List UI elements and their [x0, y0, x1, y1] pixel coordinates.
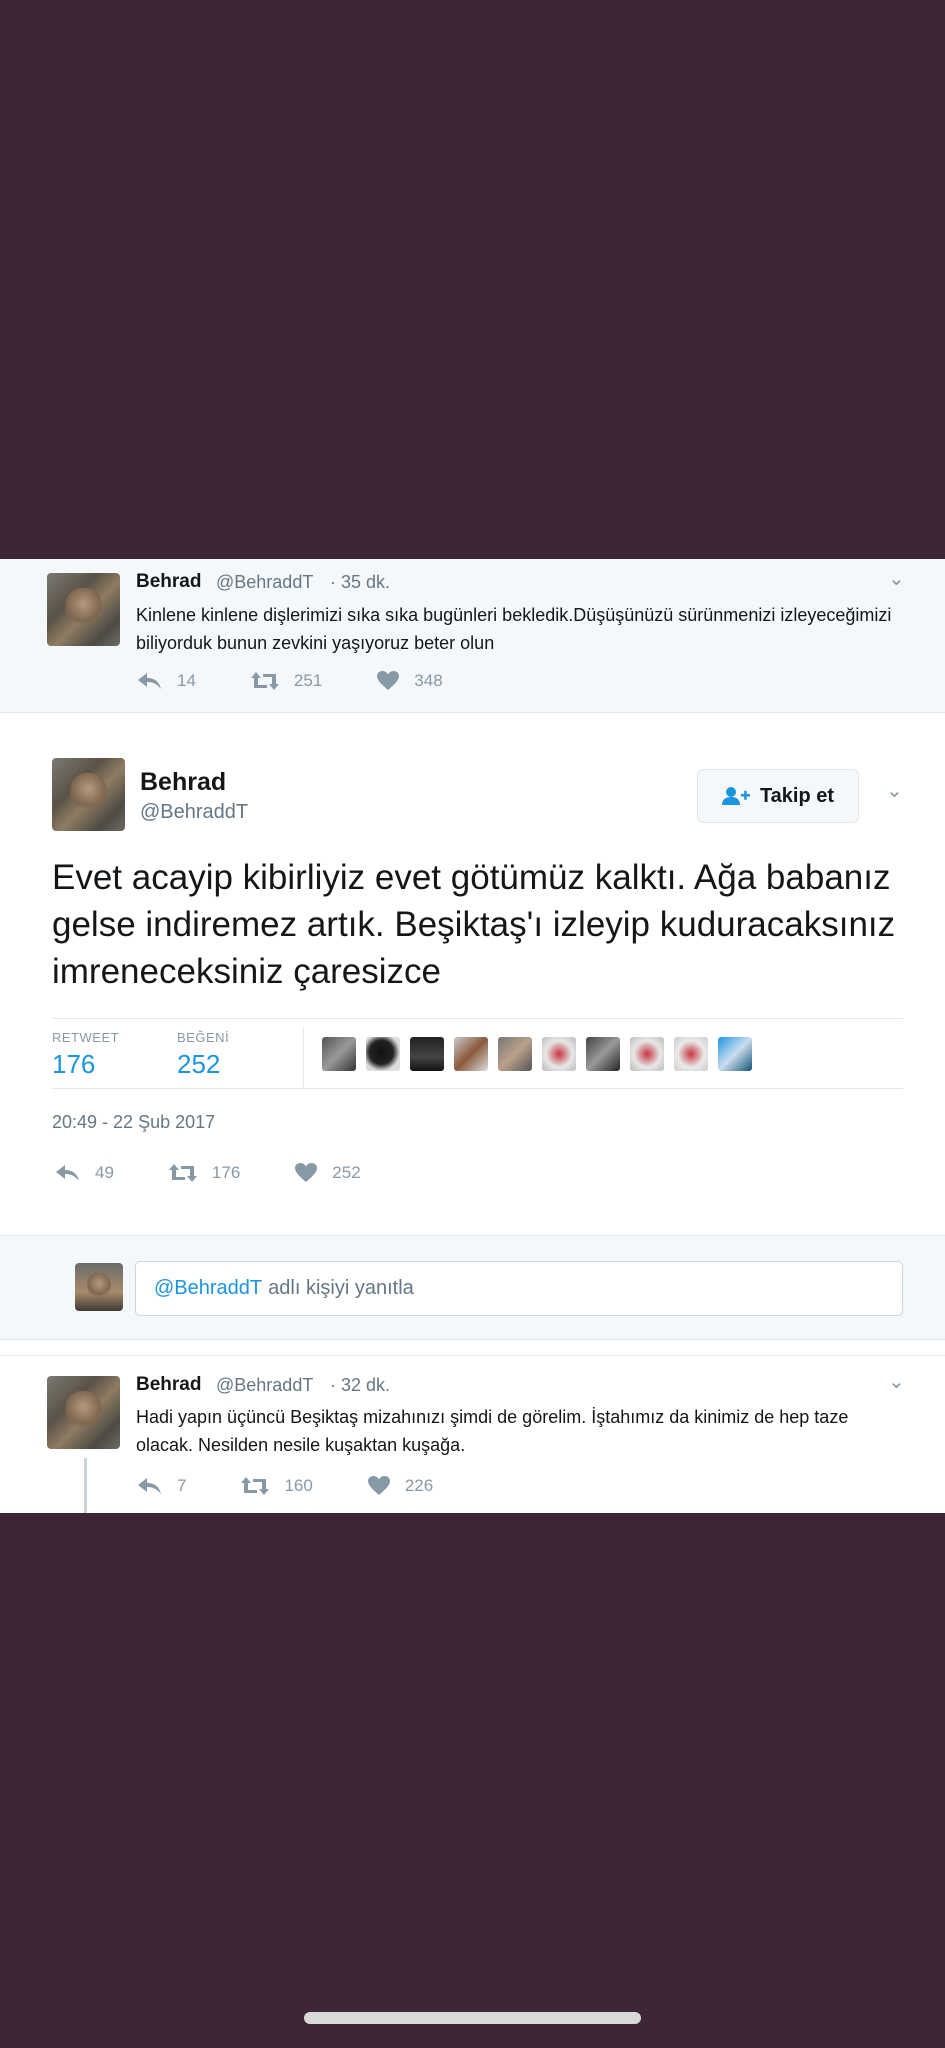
like-stat-label: BEĞENİ — [177, 1030, 230, 1045]
tweet-author-name[interactable]: Behrad — [136, 571, 201, 593]
reply-action[interactable]: 7 — [137, 1476, 186, 1496]
tweet-actions: 7 160 226 — [137, 1475, 487, 1496]
retweet-count: 176 — [211, 1162, 241, 1182]
tweet-author-name[interactable]: Behrad — [136, 1374, 201, 1396]
reply-count: 49 — [95, 1162, 114, 1182]
retweet-icon — [250, 671, 279, 690]
tweet-author-handle[interactable]: @BehraddT — [216, 1375, 313, 1396]
heart-icon — [367, 1476, 390, 1495]
thread-line — [84, 1458, 87, 1513]
add-user-icon — [721, 787, 750, 805]
reply-icon — [56, 1164, 79, 1181]
liker-avatar[interactable] — [410, 1037, 444, 1071]
liker-avatar[interactable] — [454, 1037, 488, 1071]
reply-icon — [138, 1477, 161, 1494]
divider — [52, 1018, 903, 1019]
retweet-icon — [168, 1163, 197, 1182]
avatar — [75, 1263, 123, 1311]
reply-icon — [138, 672, 161, 689]
liker-avatar[interactable] — [630, 1037, 664, 1071]
chevron-down-icon[interactable]: ⌄ — [888, 566, 905, 591]
tweet-actions: 49 176 252 — [55, 1162, 415, 1183]
tweet-author-handle[interactable]: @BehraddT — [216, 572, 313, 593]
heart-icon — [377, 671, 400, 690]
reply-count: 14 — [177, 670, 196, 690]
reply-mention: @BehraddT — [154, 1277, 263, 1299]
tweet-text: Kinlene kinlene dişlerimizi sıka sıka bu… — [136, 605, 892, 653]
tweet-timestamp[interactable]: · 35 dk. — [330, 572, 390, 593]
tweet-author-handle[interactable]: @BehraddT — [140, 801, 248, 824]
liker-avatar[interactable] — [586, 1037, 620, 1071]
reply-action[interactable]: 14 — [137, 671, 196, 691]
tweet-date[interactable]: 20:49 - 22 Şub 2017 — [52, 1112, 215, 1133]
reply-count: 7 — [177, 1475, 187, 1495]
liker-avatar[interactable] — [674, 1037, 708, 1071]
avatar[interactable] — [47, 1376, 120, 1449]
chevron-down-icon[interactable]: ⌄ — [888, 1369, 905, 1394]
liker-avatar[interactable] — [542, 1037, 576, 1071]
retweet-icon — [241, 1476, 270, 1495]
like-count: 348 — [414, 670, 443, 690]
liker-avatar[interactable] — [718, 1037, 752, 1071]
divider — [52, 1088, 903, 1089]
retweet-stat-label: RETWEET — [52, 1030, 120, 1045]
liker-avatar[interactable] — [366, 1037, 400, 1071]
liker-avatar[interactable] — [322, 1037, 356, 1071]
follow-button[interactable]: Takip et — [697, 769, 859, 823]
reply-input[interactable]: @BehraddT adlı kişiyi yanıtla — [135, 1261, 903, 1316]
reply-placeholder: adlı kişiyi yanıtla — [268, 1277, 414, 1299]
tweet-text: Evet acayip kibirliyiz evet götümüz kalk… — [52, 858, 896, 991]
retweet-action[interactable]: 251 — [250, 671, 322, 691]
retweet-stat-count[interactable]: 176 — [52, 1049, 95, 1080]
like-action[interactable]: 252 — [294, 1162, 361, 1183]
tweet-text: Hadi yapın üçüncü Beşiktaş mizahınızı şi… — [136, 1407, 849, 1455]
retweet-count: 251 — [293, 670, 323, 690]
reply-action[interactable]: 49 — [55, 1163, 114, 1183]
like-action[interactable]: 348 — [376, 670, 443, 691]
like-count: 252 — [332, 1162, 361, 1182]
avatar[interactable] — [47, 573, 120, 646]
tweet-author-name[interactable]: Behrad — [140, 768, 226, 797]
avatar[interactable] — [52, 758, 125, 831]
retweet-action[interactable]: 176 — [168, 1163, 240, 1183]
like-action[interactable]: 226 — [367, 1475, 433, 1496]
home-indicator[interactable] — [304, 2012, 641, 2024]
like-stat-count[interactable]: 252 — [177, 1049, 220, 1080]
tweet-timestamp[interactable]: · 32 dk. — [330, 1375, 390, 1396]
retweet-count: 160 — [284, 1475, 313, 1495]
divider — [303, 1028, 304, 1088]
tweet-actions: 14 251 348 — [137, 670, 497, 691]
like-count: 226 — [404, 1475, 434, 1495]
chevron-down-icon[interactable]: ⌄ — [886, 778, 903, 803]
divider — [0, 712, 945, 713]
heart-icon — [295, 1163, 318, 1182]
liker-avatar[interactable] — [498, 1037, 532, 1071]
retweet-action[interactable]: 160 — [240, 1475, 313, 1496]
follow-label: Takip et — [759, 784, 835, 807]
